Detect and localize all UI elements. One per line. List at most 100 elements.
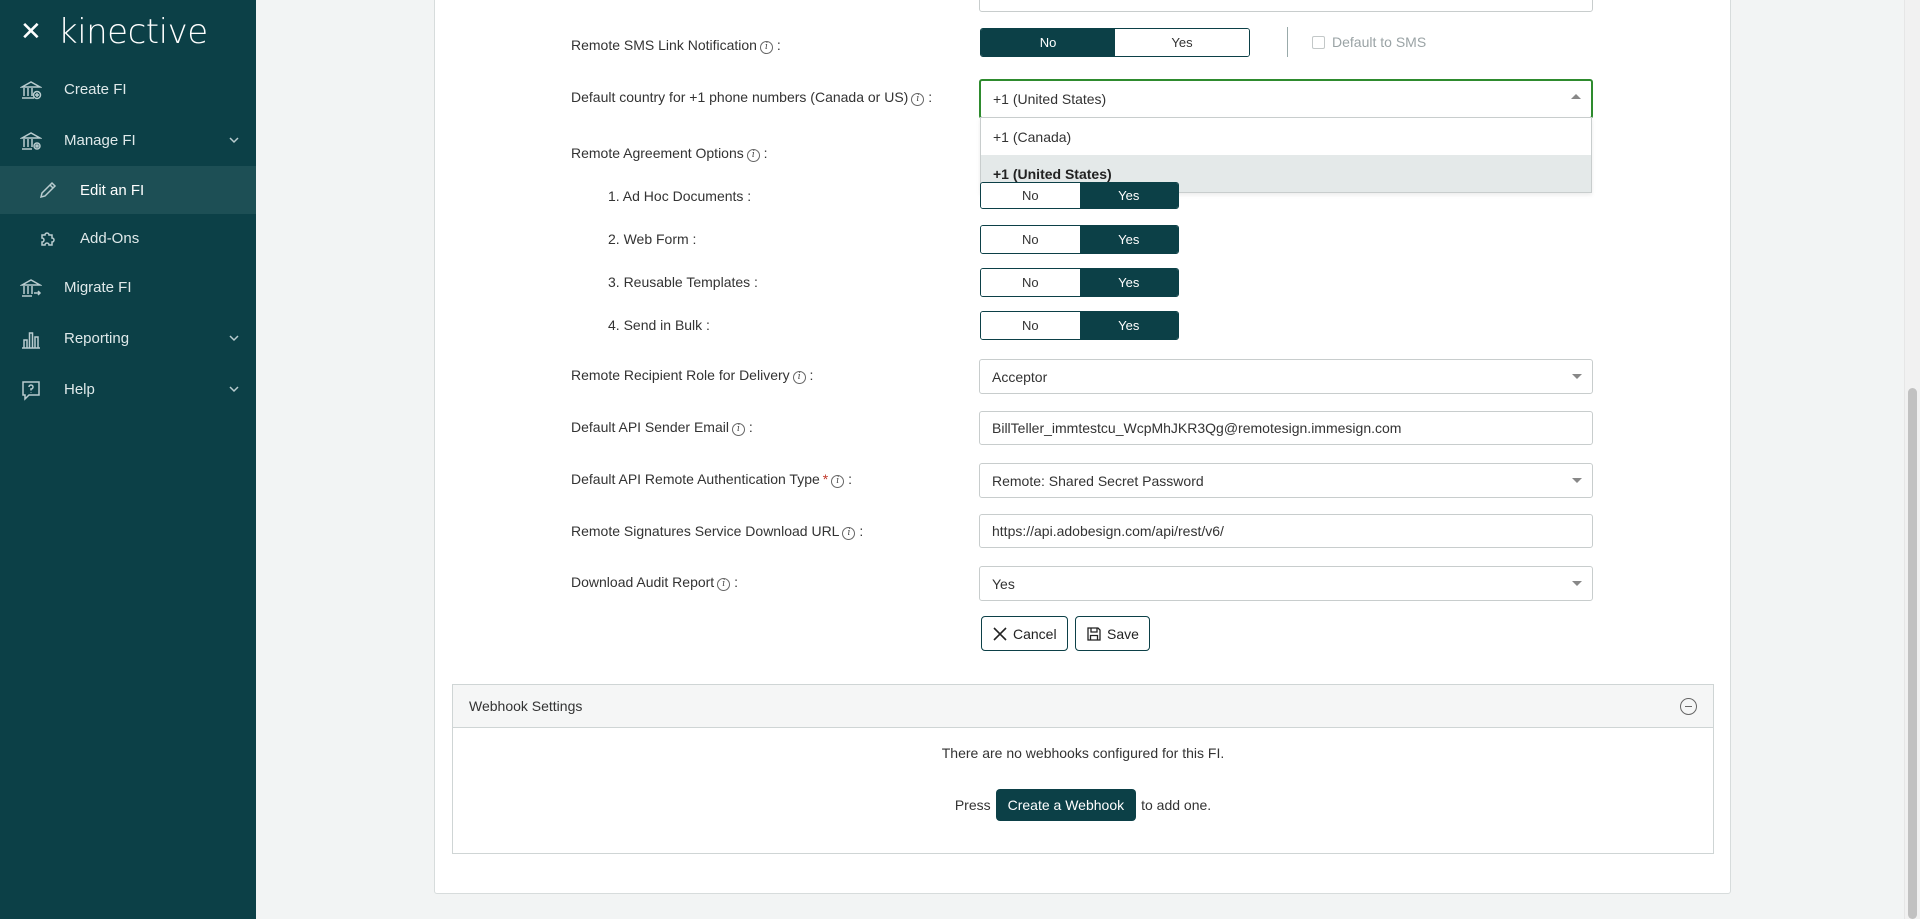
send-in-bulk-label: 4. Send in Bulk : xyxy=(608,317,710,333)
sender-email-input[interactable]: BillTeller_immtestcu_WcpMhJKR3Qg@remotes… xyxy=(979,411,1593,445)
sender-email-label: Default API Sender Email i : xyxy=(571,419,753,436)
auth-type-select[interactable]: Remote: Shared Secret Password xyxy=(979,463,1593,498)
toggle-no-option[interactable]: No xyxy=(981,183,1080,208)
kinective-logo: kinective xyxy=(58,12,208,52)
previous-field[interactable] xyxy=(979,0,1593,12)
pencil-icon xyxy=(38,180,80,200)
bank-migrate-icon xyxy=(20,277,64,299)
checkbox-box[interactable] xyxy=(1312,35,1325,49)
label-colon: : xyxy=(763,145,768,161)
sidebar: ✕ kinective Create FI Manage FI Edit an … xyxy=(0,0,256,919)
sidebar-item-label: Help xyxy=(64,381,95,398)
close-icon xyxy=(993,626,1007,641)
toggle-no-option[interactable]: No xyxy=(981,269,1080,296)
caret-down-icon xyxy=(1572,478,1582,483)
caret-down-icon xyxy=(1572,581,1582,586)
download-url-label: Remote Signatures Service Download URL i … xyxy=(571,523,863,540)
select-value: +1 (United States) xyxy=(993,91,1107,107)
create-webhook-button[interactable]: Create a Webhook xyxy=(995,789,1137,821)
toggle-no-option[interactable]: No xyxy=(981,226,1080,253)
sidebar-item-label: Edit an FI xyxy=(80,181,145,199)
sidebar-item-help[interactable]: Help xyxy=(0,364,256,415)
sidebar-item-create-fi[interactable]: Create FI xyxy=(0,64,256,115)
toggle-yes-option[interactable]: Yes xyxy=(1115,29,1249,56)
label-text: Default country for +1 phone numbers (Ca… xyxy=(571,89,909,105)
web-form-toggle: No Yes xyxy=(980,225,1179,254)
toggle-yes-option[interactable]: Yes xyxy=(1079,269,1178,296)
label-text: Default API Remote Authentication Type xyxy=(571,471,820,487)
info-icon[interactable]: i xyxy=(731,423,745,436)
toggle-yes-option[interactable]: Yes xyxy=(1079,183,1178,208)
bank-icon xyxy=(20,79,64,101)
info-icon[interactable]: i xyxy=(831,475,845,488)
webhook-settings-panel: Webhook Settings There are no webhooks c… xyxy=(452,684,1714,854)
panel-title: Webhook Settings xyxy=(469,698,583,714)
auth-type-label: Default API Remote Authentication Type * i… xyxy=(571,471,852,488)
toggle-no-option[interactable]: No xyxy=(981,29,1115,56)
input-value: https://api.adobesign.com/api/rest/v6/ xyxy=(992,523,1224,539)
button-label: Save xyxy=(1107,625,1139,642)
label-colon: : xyxy=(734,574,738,590)
caret-up-icon xyxy=(1571,94,1581,99)
sidebar-item-edit-fi[interactable]: Edit an FI xyxy=(0,166,256,214)
sidebar-item-migrate-fi[interactable]: Migrate FI xyxy=(0,262,256,313)
floppy-disk-icon xyxy=(1087,626,1101,641)
sidebar-item-label: Reporting xyxy=(64,330,130,347)
checkbox-label: Default to SMS xyxy=(1332,34,1427,50)
scrollbar-thumb[interactable] xyxy=(1908,388,1917,919)
info-icon[interactable]: i xyxy=(842,527,856,540)
sidebar-item-reporting[interactable]: Reporting xyxy=(0,313,256,364)
no-webhooks-message: There are no webhooks configured for thi… xyxy=(941,745,1225,761)
download-url-input[interactable]: https://api.adobesign.com/api/rest/v6/ xyxy=(979,514,1593,548)
sidebar-item-add-ons[interactable]: Add-Ons xyxy=(0,214,256,262)
webhook-settings-header[interactable]: Webhook Settings xyxy=(453,685,1713,728)
dropdown-option-canada[interactable]: +1 (Canada) xyxy=(981,118,1591,155)
label-text: Remote Agreement Options xyxy=(571,145,744,161)
label-colon: : xyxy=(776,37,781,53)
select-value: Remote: Shared Secret Password xyxy=(992,472,1204,489)
recipient-role-select[interactable]: Acceptor xyxy=(979,359,1593,394)
reusable-templates-label: 3. Reusable Templates : xyxy=(608,274,758,290)
default-to-sms-checkbox[interactable]: Default to SMS xyxy=(1312,34,1426,50)
bank-gear-icon xyxy=(20,130,64,152)
info-icon[interactable]: i xyxy=(746,149,760,162)
sidebar-item-manage-fi[interactable]: Manage FI xyxy=(0,115,256,166)
puzzle-icon xyxy=(38,228,80,248)
toggle-yes-option[interactable]: Yes xyxy=(1079,226,1178,253)
close-menu-icon[interactable]: ✕ xyxy=(20,19,52,45)
toggle-yes-option[interactable]: Yes xyxy=(1079,312,1178,339)
default-country-select[interactable]: +1 (United States) xyxy=(979,79,1593,119)
info-icon[interactable]: i xyxy=(759,41,773,54)
label-colon: : xyxy=(859,523,864,539)
label-text: Remote SMS Link Notification xyxy=(571,37,757,53)
input-value: BillTeller_immtestcu_WcpMhJKR3Qg@remotes… xyxy=(992,420,1402,436)
toggle-no-option[interactable]: No xyxy=(981,312,1080,339)
audit-report-select[interactable]: Yes xyxy=(979,566,1593,601)
ad-hoc-documents-label: 1. Ad Hoc Documents : xyxy=(608,188,752,204)
label-text: Remote Signatures Service Download URL xyxy=(571,523,840,539)
web-form-label: 2. Web Form : xyxy=(608,231,697,247)
audit-report-label: Download Audit Report i : xyxy=(571,574,738,591)
label-colon: : xyxy=(848,471,853,487)
save-button[interactable]: Save xyxy=(1075,616,1150,651)
sms-link-notification-toggle: No Yes xyxy=(980,28,1250,57)
info-icon[interactable]: i xyxy=(792,371,806,384)
recipient-role-label: Remote Recipient Role for Delivery i : xyxy=(571,367,813,384)
cancel-button[interactable]: Cancel xyxy=(981,616,1068,651)
remote-agreement-options-label: Remote Agreement Options i : xyxy=(571,145,768,162)
label-text: Default API Sender Email xyxy=(571,419,729,435)
info-icon[interactable]: i xyxy=(911,93,925,106)
page-scrollbar[interactable] xyxy=(1904,0,1920,919)
default-country-label: Default country for +1 phone numbers (Ca… xyxy=(571,89,932,106)
required-marker: * xyxy=(822,471,829,487)
collapse-icon[interactable] xyxy=(1680,698,1697,715)
divider xyxy=(1287,27,1288,57)
sidebar-item-label: Create FI xyxy=(64,81,127,98)
brand-bar: ✕ kinective xyxy=(0,0,256,64)
sidebar-item-label: Add-Ons xyxy=(80,229,140,247)
label-text: Remote Recipient Role for Delivery xyxy=(571,367,790,383)
ad-hoc-documents-toggle: No Yes xyxy=(980,182,1179,209)
chevron-down-icon xyxy=(228,331,240,348)
reusable-templates-toggle: No Yes xyxy=(980,268,1179,297)
info-icon[interactable]: i xyxy=(717,578,731,591)
